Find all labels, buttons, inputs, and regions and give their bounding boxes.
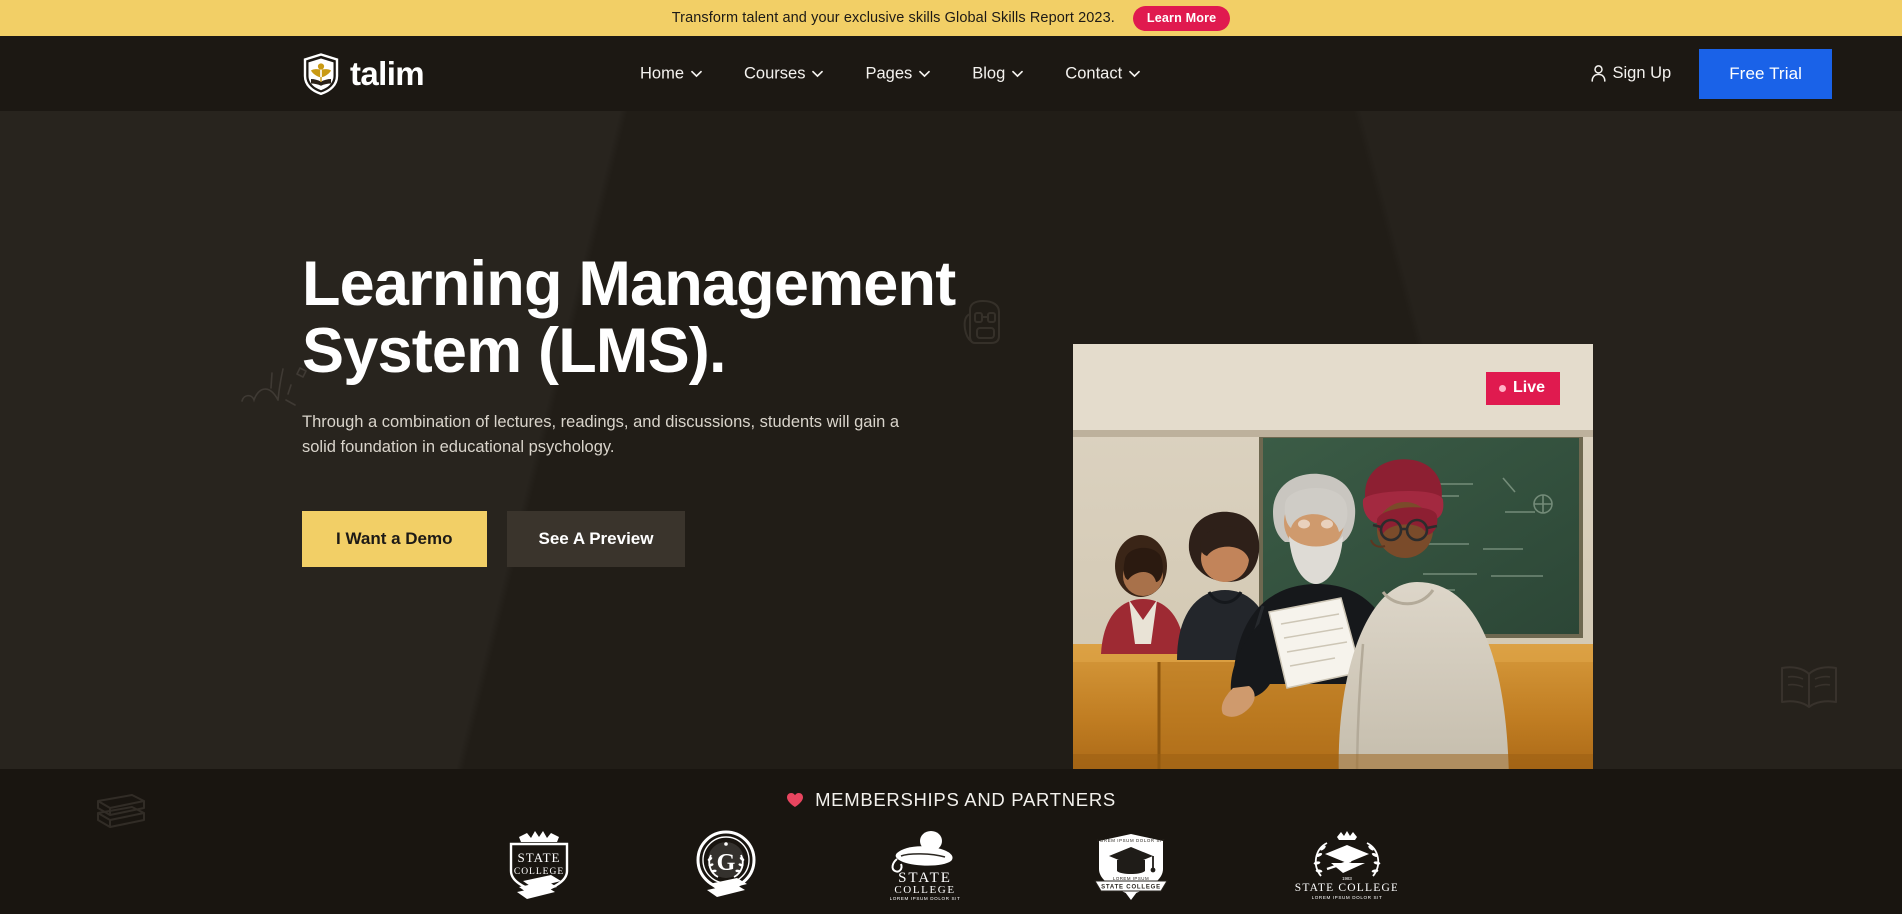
hero-title: Learning Management System (LMS).: [302, 249, 956, 387]
i-want-a-demo-button[interactable]: I Want a Demo: [302, 510, 487, 567]
nav-label: Blog: [972, 64, 1006, 82]
nav-item-blog[interactable]: Blog: [972, 64, 1024, 83]
svg-text:COLLEGE: COLLEGE: [894, 884, 955, 896]
chevron-down-icon: [1012, 70, 1024, 77]
partner-logo-state-college-crest[interactable]: STATE COLLEGE: [505, 829, 573, 901]
site-header: talim Home Courses Pages Blog Contact Si…: [0, 36, 1902, 111]
main-navigation: Home Courses Pages Blog Contact: [640, 64, 1141, 83]
svg-text:LOREM IPSUM DOLOR SIT: LOREM IPSUM DOLOR SIT: [1097, 838, 1165, 843]
chevron-down-icon: [919, 70, 931, 77]
heart-icon: [786, 792, 804, 808]
partner-logo-state-college-shield[interactable]: LOREM IPSUM DOLOR SIT LOREM IPSUM STATE …: [1091, 829, 1171, 901]
partner-logo-state-college-scroll[interactable]: STATE COLLEGE LOREM IPSUM DOLOR SIT: [879, 829, 971, 901]
partner-logo-row: STATE COLLEGE G STATE COLLEGE LOREM IPSU…: [0, 829, 1902, 901]
partners-section: MEMBERSHIPS AND PARTNERS STATE COLLEGE G: [0, 769, 1902, 914]
partner-logo-g-seal[interactable]: G: [693, 829, 759, 901]
chevron-down-icon: [812, 70, 824, 77]
live-badge-label: Live: [1512, 379, 1545, 396]
nav-label: Contact: [1065, 64, 1123, 82]
shield-book-logo-icon: [302, 52, 340, 95]
svg-text:LOREM IPSUM DOLOR SIT: LOREM IPSUM DOLOR SIT: [890, 896, 961, 901]
see-a-preview-button[interactable]: See A Preview: [506, 510, 686, 567]
svg-text:LOREM IPSUM: LOREM IPSUM: [1113, 876, 1149, 881]
sign-up-label: Sign Up: [1612, 64, 1672, 82]
chevron-down-icon: [691, 70, 702, 77]
brand-logo[interactable]: talim: [302, 52, 425, 95]
announcement-text: Transform talent and your exclusive skil…: [671, 10, 1115, 26]
brand-name: talim: [350, 55, 425, 92]
svg-text:LOREM IPSUM DOLOR SIT: LOREM IPSUM DOLOR SIT: [1312, 895, 1383, 900]
nav-item-pages[interactable]: Pages: [865, 64, 931, 83]
hero-subtitle: Through a combination of lectures, readi…: [302, 412, 900, 457]
svg-text:G: G: [717, 850, 736, 876]
sign-up-link[interactable]: Sign Up: [1590, 64, 1672, 83]
partner-logo-state-college-wreath[interactable]: 1983 STATE COLLEGE LOREM IPSUM DOLOR SIT: [1291, 829, 1397, 901]
svg-text:COLLEGE: COLLEGE: [514, 867, 564, 877]
header-actions: Sign Up Free Trial: [1590, 48, 1832, 99]
nav-label: Home: [640, 64, 685, 82]
hero-copy: Learning Management System (LMS). Throug…: [302, 249, 1062, 567]
hero-image: Live: [1073, 344, 1593, 769]
nav-label: Courses: [744, 64, 806, 82]
partners-heading: MEMBERSHIPS AND PARTNERS: [815, 789, 1116, 810]
svg-text:STATE COLLEGE: STATE COLLEGE: [1101, 885, 1161, 891]
partners-heading-row: MEMBERSHIPS AND PARTNERS: [0, 769, 1902, 811]
chevron-down-icon: [1129, 70, 1141, 77]
nav-item-home[interactable]: Home: [640, 64, 702, 83]
hero-cta-group: I Want a Demo See A Preview: [302, 510, 1062, 567]
svg-text:1983: 1983: [1342, 876, 1352, 881]
nav-label: Pages: [865, 64, 913, 82]
nav-item-courses[interactable]: Courses: [744, 64, 824, 83]
classroom-photo: [1073, 344, 1593, 769]
open-book-outline-icon: [1778, 661, 1840, 713]
announcement-bar: Transform talent and your exclusive skil…: [0, 0, 1902, 36]
hero-section: Learning Management System (LMS). Throug…: [0, 111, 1902, 769]
svg-text:STATE COLLEGE: STATE COLLEGE: [1295, 882, 1397, 894]
learn-more-button[interactable]: Learn More: [1132, 5, 1231, 31]
live-dot-icon: [1498, 384, 1506, 392]
user-icon: [1590, 65, 1606, 82]
nav-item-contact[interactable]: Contact: [1065, 64, 1141, 83]
svg-text:STATE: STATE: [518, 850, 561, 865]
live-badge: Live: [1485, 372, 1560, 405]
free-trial-button[interactable]: Free Trial: [1699, 48, 1832, 99]
